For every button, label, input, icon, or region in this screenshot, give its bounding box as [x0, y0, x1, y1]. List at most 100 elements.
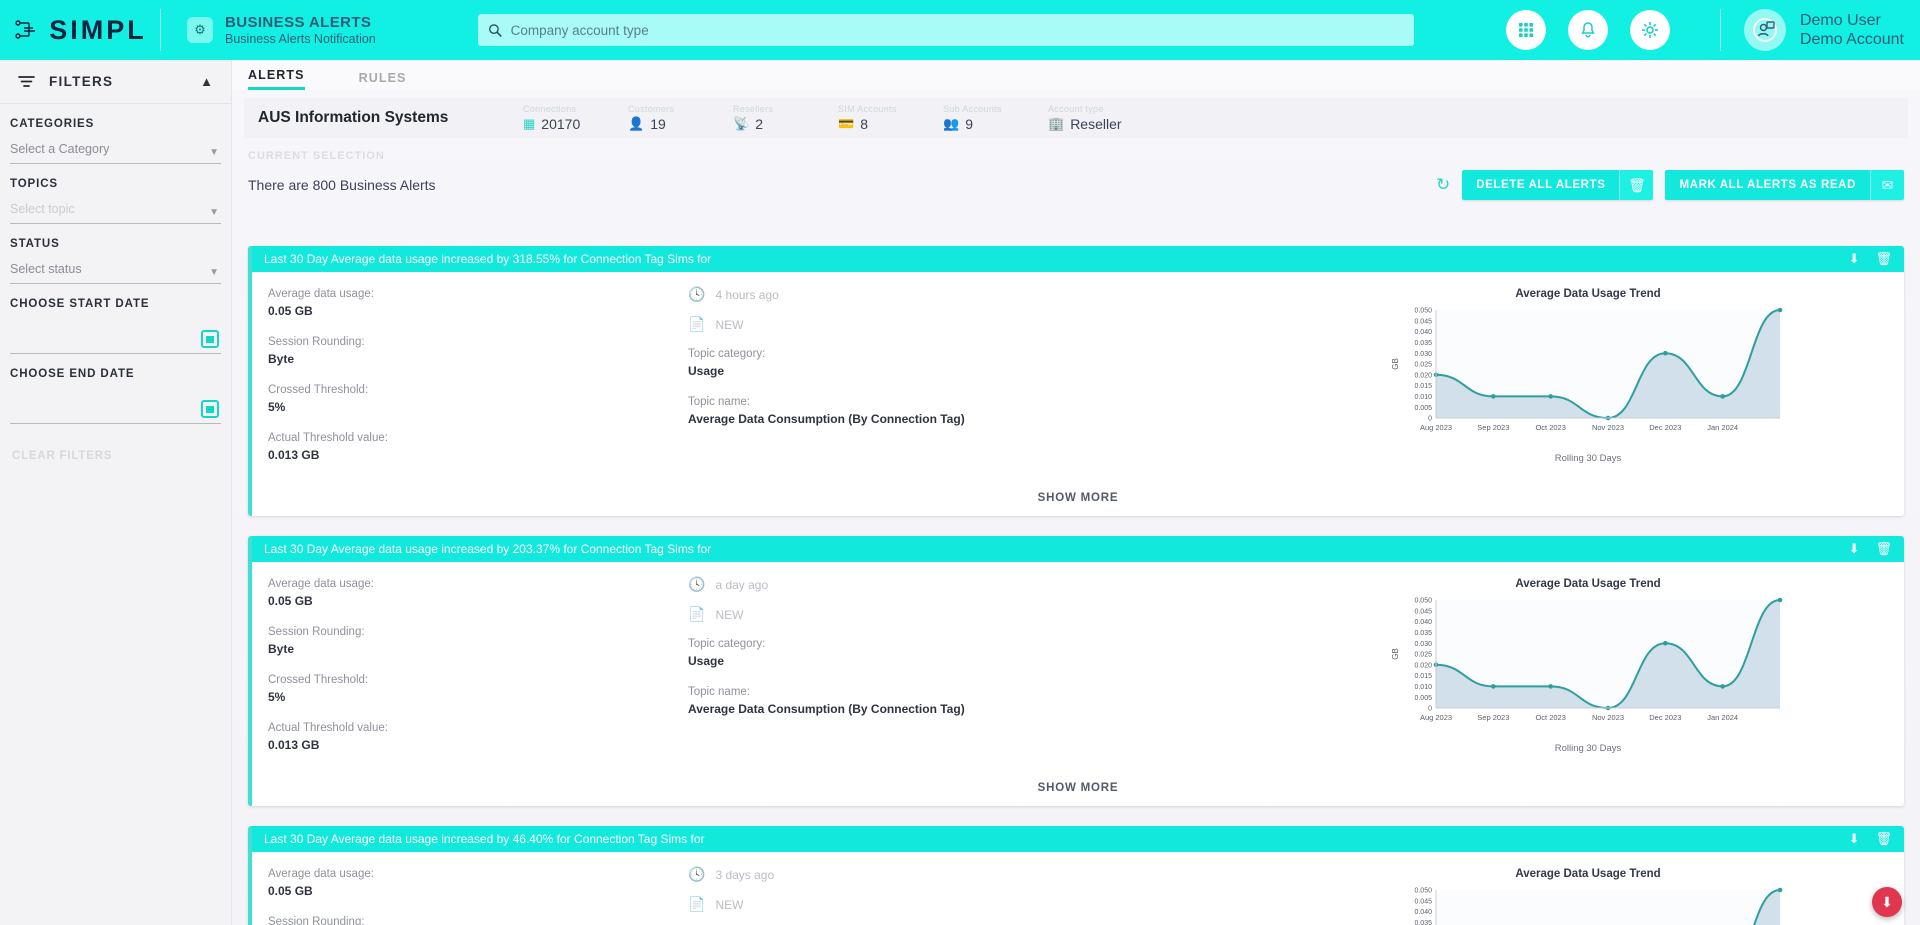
topic-category-label: Topic category:: [688, 638, 766, 650]
topic-category-label: Topic category:: [688, 348, 766, 360]
categories-select[interactable]: Select a Category ▼: [10, 140, 221, 164]
svg-text:0.040: 0.040: [1414, 619, 1432, 626]
filter-group-status: STATUS Select status ▼: [0, 224, 231, 284]
end-date-field[interactable]: [10, 390, 221, 424]
apps-grid-button[interactable]: [1506, 10, 1546, 50]
alert-field: Average data usage: 0.05 GB: [268, 286, 688, 320]
app-logo[interactable]: SIMPL: [0, 0, 160, 60]
alerts-action-buttons: ↻ DELETE ALL ALERTS 🗑 MARK ALL ALERTS AS…: [1436, 170, 1904, 200]
alert-card[interactable]: Last 30 Day Average data usage increased…: [248, 246, 1904, 516]
calendar-icon[interactable]: [201, 400, 219, 418]
svg-text:0.035: 0.035: [1414, 630, 1432, 637]
topic-name-label: Topic name:: [688, 396, 751, 408]
stat-customers: Customers 👤 19: [628, 104, 733, 133]
notifications-button[interactable]: [1568, 10, 1608, 50]
chevron-down-icon: ▼: [209, 147, 219, 158]
alert-field: Session Rounding:Byte: [268, 914, 688, 925]
filters-header[interactable]: FILTERS ▲: [0, 60, 231, 104]
usage-trend-chart: 00.0050.0100.0150.0200.0250.0300.0350.04…: [1414, 888, 1783, 925]
user-account-name: Demo Account: [1799, 31, 1904, 48]
alert-status: NEW: [715, 317, 744, 332]
delete-all-alerts-button[interactable]: DELETE ALL ALERTS 🗑: [1462, 170, 1654, 200]
alert-field-key: Session Rounding:: [268, 626, 365, 638]
alert-field-key: Session Rounding:: [268, 916, 365, 925]
refresh-icon[interactable]: ↻: [1436, 175, 1450, 195]
chart-x-axis-label: Rolling 30 Days: [1554, 743, 1622, 754]
chart-title: Average Data Usage Trend: [1515, 288, 1661, 300]
trash-icon[interactable]: 🗑: [1875, 251, 1892, 267]
svg-text:Jan 2024: Jan 2024: [1707, 713, 1738, 722]
svg-text:Aug 2023: Aug 2023: [1420, 423, 1452, 432]
svg-text:0.010: 0.010: [1414, 394, 1432, 401]
trash-icon[interactable]: 🗑: [1875, 831, 1892, 847]
show-more-button[interactable]: SHOW MORE: [252, 484, 1904, 516]
download-icon[interactable]: ⬇: [1849, 251, 1860, 267]
main-content: ALERTS RULES AUS Information Systems Con…: [232, 60, 1920, 925]
download-fab-button[interactable]: ⬇: [1872, 887, 1902, 917]
stat-sub-accounts: Sub Accounts 👥 9: [943, 104, 1048, 133]
alert-field-value: 5%: [268, 400, 286, 414]
svg-text:0.045: 0.045: [1414, 898, 1432, 905]
stat-sim-accounts: SIM Accounts 💳 8: [838, 104, 943, 133]
stat-label: Customers: [628, 103, 675, 114]
search-input[interactable]: [510, 22, 1404, 38]
alert-body: Average data usage: 0.05 GB Session Roundi…: [252, 562, 1904, 774]
app-title-text: BUSINESS ALERTS: [225, 13, 372, 31]
settings-button[interactable]: [1630, 10, 1670, 50]
svg-text:0.025: 0.025: [1414, 652, 1432, 659]
stat-connections: Connections ▦ 20170: [523, 104, 628, 133]
mark-all-read-label: MARK ALL ALERTS AS READ: [1665, 170, 1870, 200]
stat-value: 2: [755, 115, 763, 132]
topics-select[interactable]: Select topic ▼: [10, 200, 221, 224]
alert-time-row: 🕓 4 hours ago: [688, 286, 1288, 303]
topics-placeholder: Select topic: [10, 202, 75, 216]
alert-title: Last 30 Day Average data usage increased…: [264, 542, 712, 556]
svg-text:0.010: 0.010: [1414, 684, 1432, 691]
delete-all-alerts-label: DELETE ALL ALERTS: [1462, 170, 1620, 200]
alert-field: Session Rounding:Byte: [268, 624, 688, 658]
alert-field-key: Average data usage:: [268, 578, 374, 590]
stat-label: Connections: [523, 103, 577, 114]
categories-label: CATEGORIES: [10, 118, 95, 130]
tab-alerts[interactable]: ALERTS: [248, 68, 305, 90]
alerts-count-text: There are 800 Business Alerts: [248, 177, 436, 193]
grid-icon: [1519, 23, 1533, 37]
show-more-button[interactable]: SHOW MORE: [252, 774, 1904, 806]
tab-rules[interactable]: RULES: [359, 71, 407, 90]
alert-field: Average data usage: 0.05 GB: [268, 576, 688, 610]
mark-all-read-button[interactable]: MARK ALL ALERTS AS READ ✉: [1665, 170, 1904, 200]
simpl-logo-mark: [15, 20, 36, 39]
chart-container: Average Data Usage Trend 0 0.005 0.010 0.015…: [1288, 288, 1888, 464]
user-account-menu[interactable]: Demo User Demo Account: [1719, 0, 1904, 60]
alert-field-value: 0.05 GB: [268, 884, 313, 898]
header-action-icons: [1506, 10, 1670, 50]
clear-filters-button[interactable]: CLEAR FILTERS: [12, 450, 231, 462]
filters-title: FILTERS: [49, 74, 114, 89]
download-icon[interactable]: ⬇: [1849, 541, 1860, 557]
envelope-icon: ✉: [1870, 170, 1904, 200]
chart-title: Average Data Usage Trend: [1515, 578, 1661, 590]
search-icon: [489, 23, 502, 37]
search-bar[interactable]: [478, 14, 1414, 46]
alert-field-value: Byte: [268, 352, 295, 366]
trash-icon[interactable]: 🗑: [1875, 541, 1892, 557]
alert-card[interactable]: Last 30 Day Average data usage increased…: [248, 536, 1904, 806]
svg-text:0.015: 0.015: [1414, 383, 1432, 390]
calendar-icon[interactable]: [201, 330, 219, 348]
download-icon[interactable]: ⬇: [1849, 831, 1860, 847]
alerts-list[interactable]: Last 30 Day Average data usage increased…: [232, 246, 1920, 925]
svg-text:0.005: 0.005: [1414, 695, 1432, 702]
alert-card[interactable]: Last 30 Day Average data usage increased…: [248, 826, 1904, 925]
start-date-field[interactable]: [10, 320, 221, 354]
filter-group-end-date: CHOOSE END DATE: [0, 354, 231, 424]
status-select[interactable]: Select status ▼: [10, 260, 221, 284]
company-summary-bar: AUS Information Systems Connections ▦ 20…: [244, 98, 1908, 138]
chevron-up-icon[interactable]: ▲: [200, 74, 213, 89]
tab-bar: ALERTS RULES: [232, 60, 1920, 90]
svg-text:GB: GB: [1391, 648, 1400, 660]
alert-field-key: Session Rounding:: [268, 336, 365, 348]
svg-text:0.020: 0.020: [1414, 662, 1432, 669]
antenna-icon: 📡: [733, 115, 750, 131]
svg-text:0.030: 0.030: [1414, 641, 1432, 648]
alert-field-value: 0.013 GB: [268, 448, 320, 462]
